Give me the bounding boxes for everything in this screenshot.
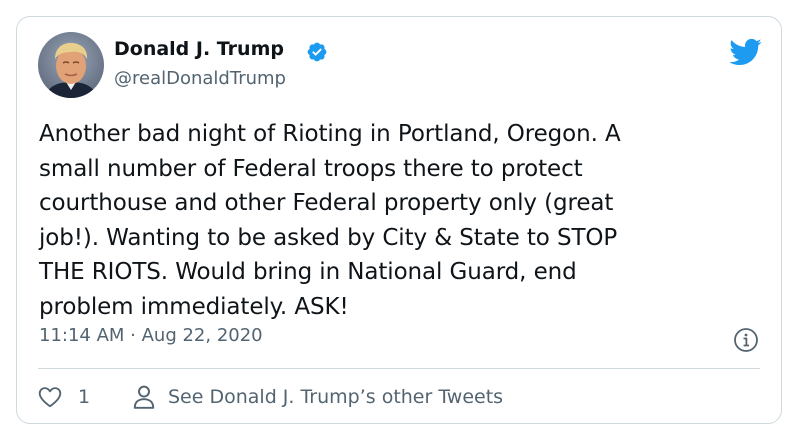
see-other-tweets-label: See Donald J. Trump’s other Tweets (168, 386, 504, 408)
see-other-tweets-link[interactable]: See Donald J. Trump’s other Tweets (132, 381, 503, 413)
person-icon (133, 385, 155, 409)
twitter-bird-icon[interactable] (728, 35, 762, 69)
like-button[interactable]: 1 (37, 381, 90, 413)
tweet-card: Donald J. Trump @realDonaldTrump Another… (16, 16, 782, 424)
heart-icon (38, 387, 62, 408)
divider (38, 368, 760, 369)
display-name[interactable]: Donald J. Trump (114, 38, 284, 60)
info-icon[interactable] (733, 327, 759, 353)
tweet-text: Another bad night of Rioting in Portland… (39, 121, 621, 320)
avatar[interactable] (38, 32, 104, 98)
like-count: 1 (78, 386, 91, 408)
profile-photo (38, 32, 104, 98)
tweet-timestamp[interactable]: 11:14 AM · Aug 22, 2020 (39, 325, 263, 346)
user-handle[interactable]: @realDonaldTrump (114, 68, 286, 89)
verified-badge-icon (307, 42, 327, 62)
